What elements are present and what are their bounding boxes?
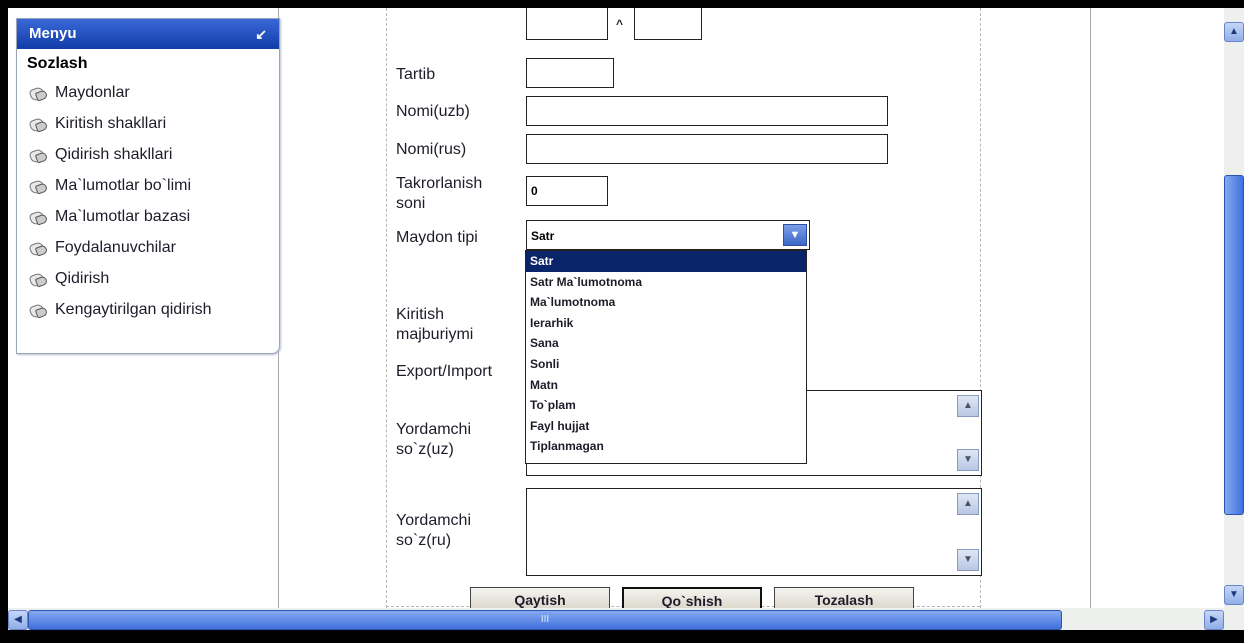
menu-title: Menyu [29,25,77,42]
section-title: Sozlash [27,55,88,72]
nomi-rus-label: Nomi(rus) [396,141,467,158]
add-button[interactable]: Qo`shish [622,587,762,608]
vertical-scroll-thumb[interactable] [1224,175,1244,515]
dropdown-option[interactable]: Sonli [526,354,806,375]
sidebar-item-kengaytirilgan-qidirish[interactable]: Kengaytirilgan qidirish [17,294,279,325]
scroll-down-icon[interactable]: ▼ [957,449,979,471]
scroll-down-icon[interactable]: ▼ [957,549,979,571]
page-viewport: Menyu ↙ Sozlash Maydonlar Kiritish shakl… [8,8,1224,608]
sidebar-item-qidirish-shakllari[interactable]: Qidirish shakllari [17,139,279,170]
sidebar-menu: Menyu ↙ Sozlash Maydonlar Kiritish shakl… [16,18,280,354]
sidebar-item-qidirish[interactable]: Qidirish [17,263,279,294]
dropdown-option[interactable]: To`plam [526,395,806,416]
sidebar-item-foydalanuvchilar[interactable]: Foydalanuvchilar [17,232,279,263]
gear-icon [29,179,47,193]
sidebar-item-label: Ma`lumotlar bazasi [55,208,191,225]
gear-icon [29,210,47,224]
tartib-input[interactable] [526,58,614,88]
scroll-right-icon[interactable]: ▶ [1204,610,1224,630]
takrorlanish-input[interactable]: 0 [526,176,608,206]
tartib-label: Tartib [396,66,436,83]
scroll-up-icon[interactable]: ▲ [957,395,979,417]
scroll-up-icon[interactable]: ▲ [1224,22,1244,42]
maydon-tipi-select[interactable]: Satr ▼ [526,220,810,250]
gear-icon [29,148,47,162]
gear-icon [29,303,47,317]
takrorlanish-label: Takrorlanish soni [396,174,482,214]
column-divider-right [1090,8,1091,608]
form-border-left [386,8,387,608]
dropdown-option[interactable]: Fayl hujjat [526,416,806,437]
sidebar-item-maydonlar[interactable]: Maydonlar [17,77,279,108]
yordamchi-ru-line1: Yordamchi [396,512,472,529]
clear-button[interactable]: Tozalash [774,587,914,608]
scroll-left-icon[interactable]: ◀ [8,610,28,630]
export-import-label: Export/Import [396,363,493,380]
yordamchi-ru-line2: so`z(ru) [396,532,452,549]
sidebar-item-malumotlar-bazasi[interactable]: Ma`lumotlar bazasi [17,201,279,232]
sidebar-item-label: Qidirish shakllari [55,146,173,163]
scroll-up-icon[interactable]: ▲ [957,493,979,515]
sidebar-item-kiritish-shakllari[interactable]: Kiritish shakllari [17,108,279,139]
sidebar-item-label: Maydonlar [55,84,130,101]
scroll-grip-icon: III [540,614,550,625]
gear-icon [29,117,47,131]
sidebar-item-label: Foydalanuvchilar [55,239,176,256]
nomi-uzb-label: Nomi(uzb) [396,103,470,120]
collapse-icon[interactable]: ↙ [255,19,267,49]
takrorlanish-label-line2: soni [396,195,426,212]
range-from-input[interactable] [526,8,608,40]
dropdown-option[interactable]: Tiplanmagan [526,436,806,457]
range-separator: ^ [616,17,624,31]
yordamchi-uz-line2: so`z(uz) [396,441,454,458]
horizontal-scroll-thumb[interactable]: III [28,610,1062,630]
scroll-down-icon[interactable]: ▼ [1224,585,1244,605]
maydon-tipi-selected: Satr [531,229,555,243]
dropdown-option[interactable]: Matn [526,375,806,396]
gear-icon [29,241,47,255]
menu-header: Menyu ↙ [17,19,279,49]
nomi-rus-input[interactable] [526,134,888,164]
range-to-input[interactable] [634,8,702,40]
maydon-tipi-label: Maydon tipi [396,229,478,246]
sidebar-item-label: Qidirish [55,270,110,287]
dropdown-option[interactable]: Sana [526,333,806,354]
yordamchi-ru-label: Yordamchi so`z(ru) [396,511,471,551]
sidebar-item-label: Kiritish shakllari [55,115,167,132]
gear-icon [29,272,47,286]
dropdown-option[interactable]: Satr Ma`lumotnoma [526,272,806,293]
dropdown-option[interactable]: Ma`lumotnoma [526,292,806,313]
maydon-tipi-dropdown: Satr Satr Ma`lumotnoma Ma`lumotnoma Iera… [525,250,807,464]
yordamchi-ru-textarea[interactable]: ▲ ▼ [526,488,982,576]
takrorlanish-label-line1: Takrorlanish [396,175,483,192]
sidebar-item-label: Ma`lumotlar bo`limi [55,177,192,194]
yordamchi-uz-line1: Yordamchi [396,421,472,438]
gear-icon [29,86,47,100]
sidebar-item-label: Kengaytirilgan qidirish [55,301,212,318]
yordamchi-uz-label: Yordamchi so`z(uz) [396,420,471,460]
dropdown-option[interactable]: Ierarhik [526,313,806,334]
back-button[interactable]: Qaytish [470,587,610,608]
dropdown-option[interactable]: Satr [526,251,806,272]
chevron-down-icon[interactable]: ▼ [783,224,807,246]
nomi-uzb-input[interactable] [526,96,888,126]
kiritish-majburiymi-label: Kiritish majburiymi [396,305,473,345]
kiritish-label-line2: majburiymi [396,326,474,343]
sidebar-item-malumotlar-bolimi[interactable]: Ma`lumotlar bo`limi [17,170,279,201]
kiritish-label-line1: Kiritish [396,306,445,323]
scrollbar-corner [1224,608,1244,630]
